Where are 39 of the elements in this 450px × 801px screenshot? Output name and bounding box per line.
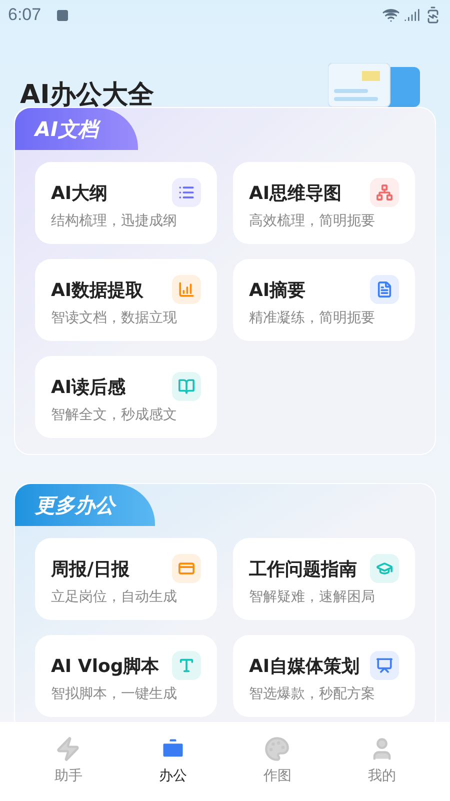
tool-subtitle: 智拟脚本，一键生成 <box>51 685 178 704</box>
tool-subtitle: 智读文档，数据立现 <box>51 309 178 328</box>
nav-tab[interactable]: 办公 <box>140 736 205 787</box>
tool-title: AI数据提取 <box>51 279 144 303</box>
signal-icon <box>404 7 420 23</box>
page-title: AI办公大全 <box>20 79 154 111</box>
tool-title: AI读后感 <box>51 376 126 400</box>
tool-title: 周报/日报 <box>51 558 130 582</box>
tool-title: AI思维导图 <box>249 182 342 206</box>
tool-card[interactable]: 工作问题指南 智解疑难，速解困局 <box>233 538 415 620</box>
lightning-icon <box>55 736 82 762</box>
document-illustration-icon <box>328 63 422 107</box>
tool-card[interactable]: 周报/日报 立足岗位，自动生成 <box>35 538 217 620</box>
tool-card[interactable]: AI大纲 结构梳理，迅捷成纲 <box>35 162 217 244</box>
tool-card[interactable]: AI自媒体策划 智选爆款，秒配方案 <box>233 635 415 717</box>
tool-card[interactable]: AI思维导图 高效梳理，简明扼要 <box>233 162 415 244</box>
tool-subtitle: 立足岗位，自动生成 <box>51 588 178 607</box>
tool-subtitle: 智解疑难，速解困局 <box>249 588 376 607</box>
tool-title: AI自媒体策划 <box>249 655 360 679</box>
nav-tab[interactable]: 助手 <box>36 736 100 787</box>
tool-title: 工作问题指南 <box>249 558 357 582</box>
tool-card[interactable]: AI摘要 精准凝练，简明扼要 <box>233 259 415 341</box>
tool-subtitle: 高效梳理，简明扼要 <box>249 212 376 231</box>
tool-subtitle: 精准凝练，简明扼要 <box>249 309 376 328</box>
tool-card[interactable]: AI读后感 智解全文，秒成感文 <box>35 356 217 438</box>
tool-card[interactable]: AI Vlog脚本 智拟脚本，一键生成 <box>35 635 217 717</box>
notification-icon <box>57 10 68 20</box>
tool-subtitle: 智解全文，秒成感文 <box>51 406 178 425</box>
wifi-icon <box>382 6 400 24</box>
nav-tab[interactable]: 作图 <box>245 736 310 787</box>
tool-subtitle: 结构梳理，迅捷成纲 <box>51 212 178 231</box>
tool-title: AI大纲 <box>51 182 108 206</box>
tool-title: AI Vlog脚本 <box>51 655 160 679</box>
nav-tab[interactable]: 我的 <box>350 736 414 787</box>
tool-title: AI摘要 <box>249 279 306 303</box>
palette-icon <box>264 736 290 762</box>
tool-card[interactable]: AI数据提取 智读文档，数据立现 <box>35 259 217 341</box>
tool-subtitle: 智选爆款，秒配方案 <box>249 685 376 704</box>
status-time: 6:07 <box>8 4 42 26</box>
